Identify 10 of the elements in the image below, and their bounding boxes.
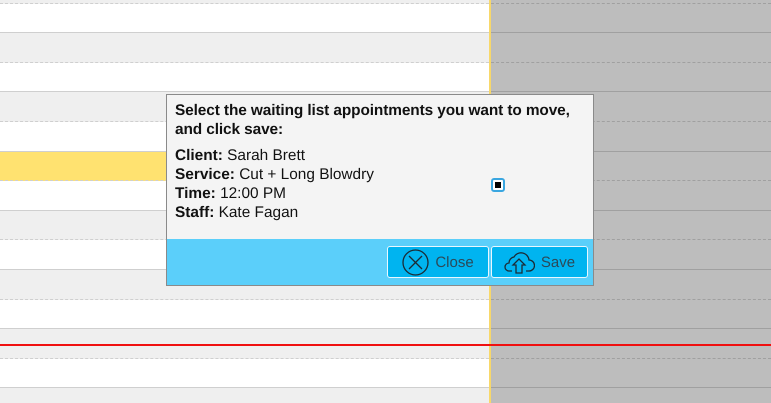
save-button[interactable]: Save [491,246,588,278]
cloud-upload-icon [504,250,535,274]
dialog-heading: Select the waiting list appointments you want to move, and click save: [175,101,571,139]
checkbox[interactable] [491,178,505,192]
close-button[interactable]: Close [387,246,489,278]
appointment-detail: Staff: Kate Fagan [175,203,298,222]
appointment-detail: Client: Sarah Brett [175,146,306,165]
appointment-detail: Time: 12:00 PM [175,184,286,203]
appointment-detail: Service: Cut + Long Blowdry [175,165,374,184]
close-icon [402,248,430,276]
